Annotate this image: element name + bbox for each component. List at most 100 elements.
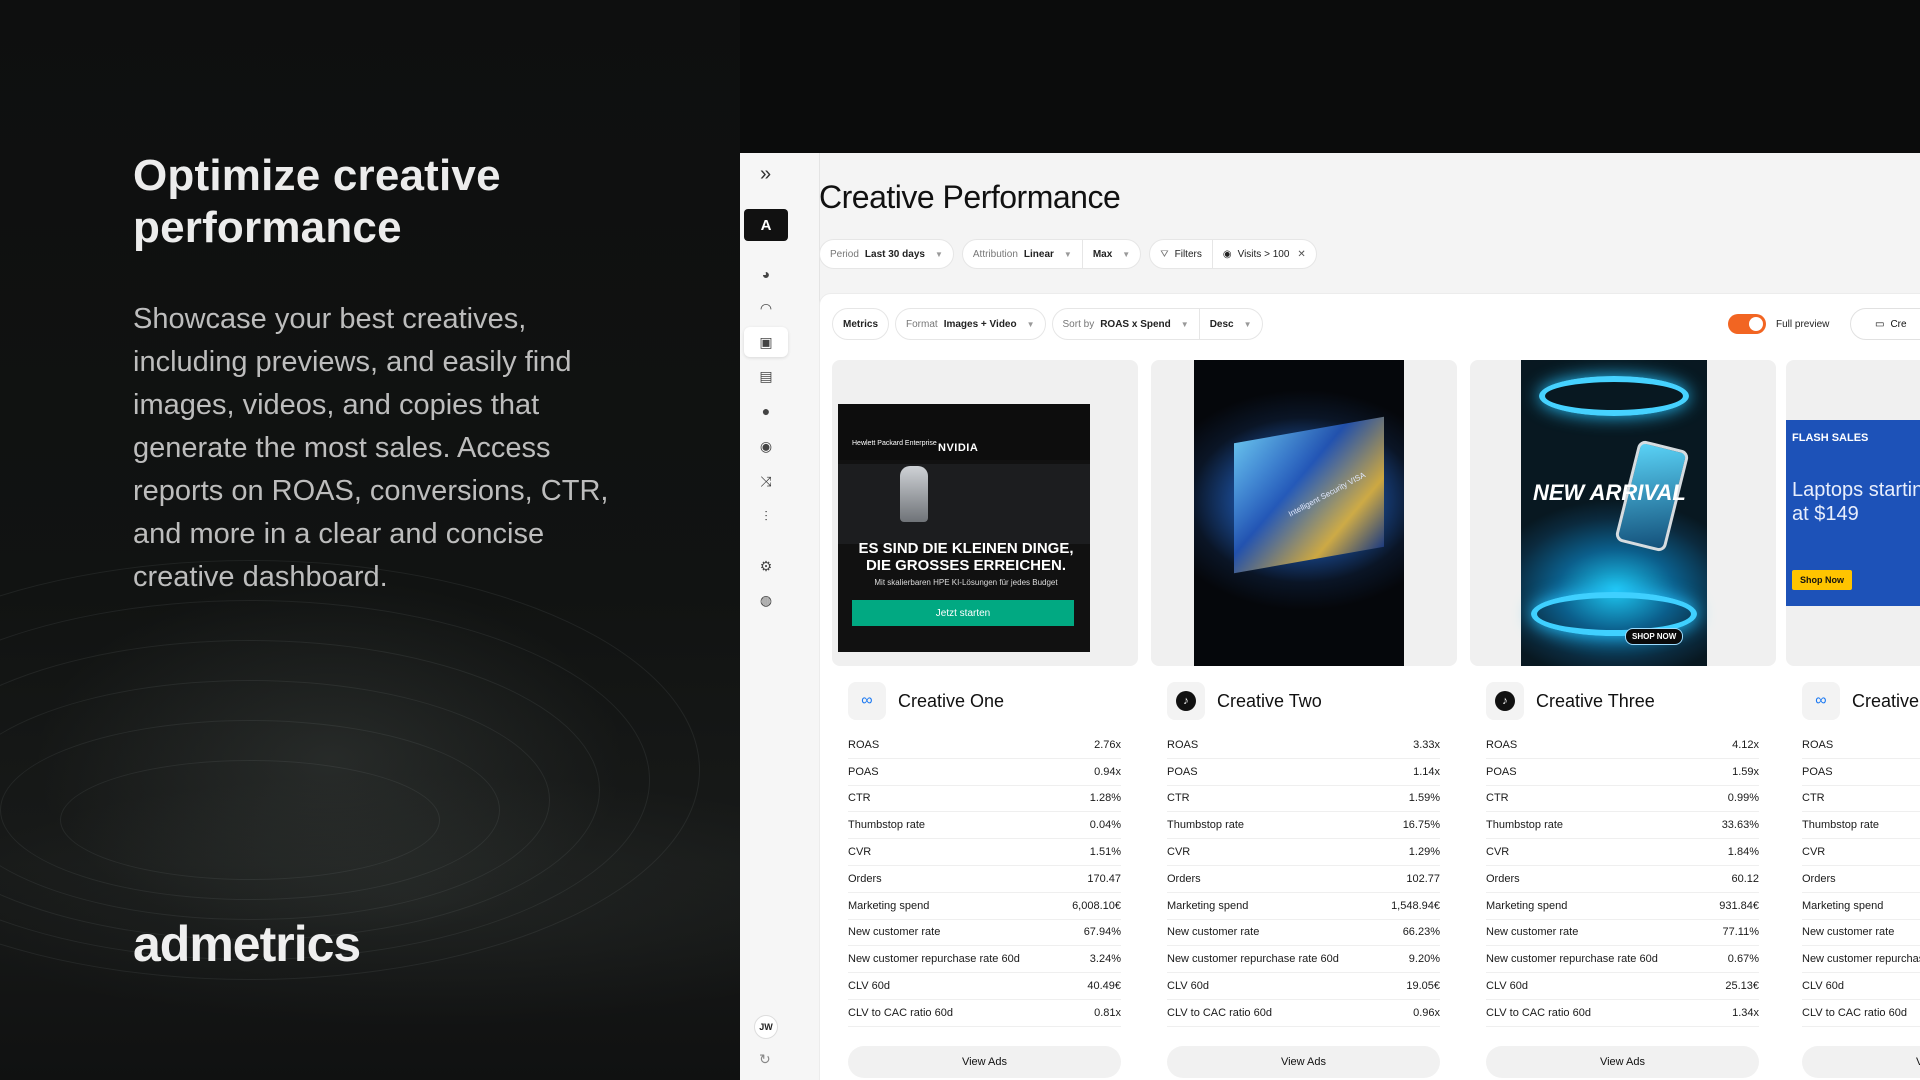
- card-header: ♪ Creative Two: [1167, 682, 1322, 720]
- creative-preview[interactable]: Intelligent Security VISA: [1151, 360, 1457, 666]
- metric-value: 40.49€: [1087, 980, 1121, 993]
- metric-value: 77.11%: [1722, 926, 1760, 939]
- users-icon[interactable]: ●: [744, 396, 788, 426]
- tiktok-icon: ♪: [1486, 682, 1524, 720]
- period-label: Period: [830, 248, 859, 260]
- support-icon[interactable]: ◍: [744, 585, 788, 615]
- metric-value: 0.67%: [1727, 953, 1759, 966]
- metric-value: 67.94%: [1083, 926, 1121, 939]
- gauge-icon[interactable]: ◠: [744, 293, 788, 323]
- art-subline: Mit skalierbaren HPE KI-Lösungen für jed…: [874, 578, 1058, 587]
- metric-label: ROAS: [848, 738, 880, 751]
- metric-label: CVR: [1167, 846, 1191, 859]
- metric-row: New customer rate: [1802, 920, 1920, 947]
- metric-row: New customer repurchase rate 60d 3.24%: [848, 946, 1121, 974]
- view-ads-button[interactable]: View Ads: [1802, 1046, 1920, 1078]
- metric-label: CLV to CAC ratio 60d: [848, 1006, 953, 1019]
- creative-preview[interactable]: NEW ARRIVAL SHOP NOW: [1470, 360, 1776, 666]
- format-select[interactable]: Format Images + Video ▼: [895, 308, 1046, 340]
- metric-row: Thumbstop rate 0.04%: [848, 812, 1121, 840]
- attribution-mode[interactable]: Max: [1093, 249, 1112, 260]
- metric-row: CVR: [1802, 839, 1920, 866]
- metric-row: New customer rate 77.11%: [1486, 920, 1759, 947]
- metrics-button[interactable]: Metrics: [832, 308, 890, 340]
- metric-row: New customer repurchase rate 60d 9.20%: [1167, 946, 1440, 974]
- settings-icon[interactable]: ⚙: [744, 551, 788, 581]
- eye-icon: ◉: [1222, 248, 1232, 260]
- filter-icon: ⛛: [1160, 248, 1169, 260]
- metric-row: POAS 0.94x: [848, 759, 1121, 786]
- metric-label: New customer repurchase rate 60d: [1802, 953, 1920, 966]
- metric-value: 0.81x: [1094, 1006, 1121, 1019]
- bars-icon[interactable]: ⫶: [744, 501, 788, 531]
- metric-row: CVR 1.29%: [1167, 839, 1440, 866]
- metric-row: POAS: [1802, 759, 1920, 786]
- art-cta: SHOP NOW: [1625, 628, 1684, 645]
- metric-row: Orders 60.12: [1486, 866, 1759, 893]
- metric-label: CLV to CAC ratio 60d: [1167, 1006, 1272, 1019]
- creative-name: Creative Four: [1852, 690, 1920, 711]
- metrics-list: ROAS 3.33x POAS 1.14x CTR 1.59% Thumbstop rate…: [1167, 732, 1440, 1027]
- metric-label: CLV 60d: [1167, 980, 1209, 993]
- close-icon[interactable]: ✕: [1297, 249, 1305, 260]
- pie-chart-icon[interactable]: ◕: [744, 259, 788, 289]
- expand-sidebar-icon[interactable]: »: [760, 163, 771, 186]
- metric-value: 33.63%: [1721, 819, 1759, 832]
- create-report-button[interactable]: ▭ Cre: [1850, 308, 1920, 340]
- metric-row: POAS 1.14x: [1167, 759, 1440, 786]
- brand-logo: admetrics: [133, 916, 361, 972]
- metric-value: 19.05€: [1406, 980, 1440, 993]
- divider: [1198, 309, 1200, 339]
- view-ads-button[interactable]: View Ads: [1486, 1046, 1759, 1078]
- creative-image: NEW ARRIVAL SHOP NOW: [1521, 360, 1707, 666]
- view-ads-button[interactable]: View Ads: [848, 1046, 1121, 1078]
- gift-icon[interactable]: ▤: [744, 361, 788, 391]
- astronaut-figure: [900, 466, 928, 522]
- metric-row: CTR: [1802, 786, 1920, 813]
- metrics-list: ROAS 2.76x POAS 0.94x CTR 1.28% Thumbstop rate…: [848, 732, 1121, 1027]
- metric-row: Thumbstop rate 33.63%: [1486, 812, 1759, 840]
- creative-preview[interactable]: FLASH SALES Laptops starting at $149 Sho…: [1786, 360, 1920, 666]
- metric-value: 66.23%: [1402, 926, 1440, 939]
- metric-value: 25.13€: [1725, 980, 1759, 993]
- sort-order[interactable]: Desc: [1210, 319, 1234, 330]
- view-ads-button[interactable]: View Ads: [1167, 1046, 1440, 1078]
- attribution-value: Linear: [1023, 248, 1054, 260]
- creative-preview[interactable]: Hewlett Packard Enterprise NVIDIA ES SIN…: [832, 360, 1138, 666]
- create-icon: ▭: [1875, 318, 1885, 330]
- metric-value: 4.12x: [1732, 738, 1759, 751]
- user-avatar[interactable]: JW: [754, 1015, 778, 1039]
- page-title: Creative Performance: [819, 179, 1121, 215]
- refresh-icon[interactable]: ↻: [759, 1051, 771, 1068]
- format-value: Images + Video: [943, 318, 1017, 330]
- period-value: Last 30 days: [864, 248, 925, 260]
- metric-label: Marketing spend: [1802, 899, 1884, 912]
- period-select[interactable]: Period Last 30 days ▼: [819, 239, 954, 269]
- sort-select[interactable]: Sort by ROAS x Spend ▼ Desc ▼: [1051, 308, 1263, 340]
- metric-value: 0.04%: [1089, 819, 1121, 832]
- metric-value: 1.59%: [1408, 792, 1440, 805]
- metric-row: Thumbstop rate 16.75%: [1167, 812, 1440, 840]
- creative-image: FLASH SALES Laptops starting at $149 Sho…: [1786, 420, 1920, 606]
- full-preview-control: Full preview: [1728, 314, 1829, 334]
- panel-toolbar: Metrics Format Images + Video ▼ Sort by …: [832, 308, 1263, 340]
- metric-row: CLV 60d 25.13€: [1486, 973, 1759, 1000]
- metric-value: 1.34x: [1732, 1006, 1759, 1019]
- image-gallery-icon[interactable]: ▣: [744, 327, 788, 357]
- creative-image: Hewlett Packard Enterprise NVIDIA ES SIN…: [838, 404, 1090, 652]
- chevron-down-icon: ▼: [1180, 319, 1189, 329]
- coin-icon[interactable]: ◉: [744, 431, 788, 461]
- metric-value: 0.96x: [1413, 1006, 1440, 1019]
- metric-label: Marketing spend: [1486, 899, 1568, 912]
- shuffle-icon[interactable]: ⤨: [744, 466, 788, 496]
- filters-group[interactable]: ⛛ Filters ◉ Visits > 100 ✕: [1149, 239, 1317, 269]
- workspace-logo[interactable]: A: [744, 209, 788, 241]
- metric-value: 60.12: [1731, 872, 1759, 885]
- metric-label: CTR: [848, 792, 871, 805]
- attribution-select[interactable]: Attribution Linear ▼ Max ▼: [961, 239, 1142, 269]
- metric-value: 1,548.94€: [1391, 899, 1440, 912]
- metric-label: CTR: [1802, 792, 1825, 805]
- metric-value: 0.94x: [1094, 765, 1121, 778]
- metric-row: New customer rate 66.23%: [1167, 920, 1440, 947]
- full-preview-toggle[interactable]: [1728, 314, 1766, 334]
